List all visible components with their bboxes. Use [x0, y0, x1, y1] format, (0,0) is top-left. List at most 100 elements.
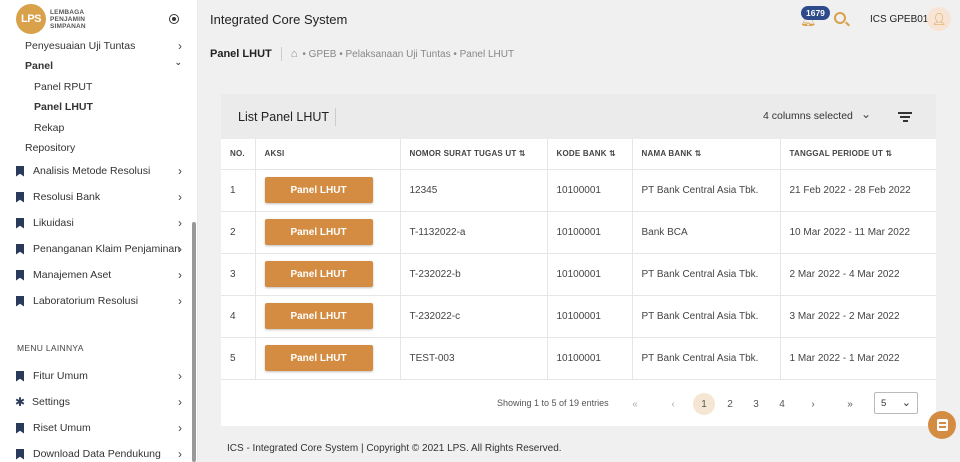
cell-aksi: Panel LHUT: [255, 337, 401, 380]
home-icon[interactable]: ⌂: [291, 48, 298, 60]
col-header-nomor-surat[interactable]: NOMOR SURAT TUGAS UT ⇅: [400, 139, 548, 170]
col-header-aksi: AKSI: [255, 139, 401, 170]
chevron-right-icon: ›: [178, 447, 182, 461]
user-icon: 👤︎: [931, 12, 947, 26]
chevron-right-icon: ›: [178, 395, 182, 409]
prev-page-button[interactable]: ‹: [662, 393, 684, 415]
cell-aksi: Panel LHUT: [255, 211, 401, 254]
card-title-divider: [335, 108, 336, 126]
user-name[interactable]: ICS GPEB01: [870, 14, 928, 25]
sidebar-item-download-data[interactable]: Download Data Pendukung ›: [0, 447, 194, 461]
chevron-down-icon: ⌄: [901, 397, 911, 409]
table-row: 4 Panel LHUT T-232022-c 10100001 PT Bank…: [221, 295, 936, 338]
sidebar-item-riset-umum[interactable]: Riset Umum ›: [0, 421, 194, 435]
breadcrumb: Panel LHUT ⌂ • GPEB • Pelaksanaan Uji Tu…: [210, 46, 514, 62]
cell-tanggal: 1 Mar 2022 - 1 Mar 2022: [780, 337, 936, 380]
document-icon: [936, 419, 948, 431]
last-page-button[interactable]: »: [839, 393, 861, 415]
breadcrumb-path[interactable]: • GPEB • Pelaksanaan Uji Tuntas • Panel …: [302, 49, 514, 60]
bookmark-icon: [16, 165, 24, 177]
list-card: List Panel LHUT 4 columns selected ⌄ NO.…: [221, 94, 936, 426]
cell-no: 4: [221, 295, 256, 338]
sidebar-item-panel-rput[interactable]: Panel RPUT: [0, 80, 194, 94]
page-button-3[interactable]: 3: [745, 393, 767, 415]
chevron-down-icon[interactable]: ⌄: [861, 107, 871, 121]
bookmark-icon: [16, 269, 24, 281]
logo-mark: LPS: [16, 4, 46, 34]
chevron-right-icon: ›: [178, 39, 182, 53]
entries-info: Showing 1 to 5 of 19 entries: [497, 398, 609, 408]
sidebar-toggle-icon[interactable]: [169, 14, 179, 24]
cell-nomor-surat: T-232022-c: [400, 295, 548, 338]
avatar[interactable]: 👤︎: [927, 7, 951, 31]
sidebar-item-panel[interactable]: Panel ⌄: [0, 57, 194, 73]
chevron-right-icon: ›: [178, 216, 182, 230]
cell-nama-bank: PT Bank Central Asia Tbk.: [632, 337, 781, 380]
breadcrumb-divider: [280, 47, 282, 61]
search-icon[interactable]: [834, 12, 846, 24]
cell-no: 1: [221, 169, 256, 212]
table-row: 3 Panel LHUT T-232022-b 10100001 PT Bank…: [221, 253, 936, 296]
cell-nama-bank: PT Bank Central Asia Tbk.: [632, 253, 781, 296]
cell-nomor-surat: T-232022-b: [400, 253, 548, 296]
cell-nomor-surat: T-1132022-a: [400, 211, 548, 254]
bookmark-icon: [16, 422, 24, 434]
filter-icon[interactable]: [898, 112, 912, 122]
cell-aksi: Panel LHUT: [255, 169, 401, 212]
cell-aksi: Panel LHUT: [255, 295, 401, 338]
rows-per-page-select[interactable]: 5 ⌄: [874, 392, 918, 414]
sidebar-item-penanganan-klaim[interactable]: Penanganan Klaim Penjaminan ›: [0, 242, 194, 256]
bookmark-icon: [16, 243, 24, 255]
sidebar-item-rekap[interactable]: Rekap: [0, 121, 194, 135]
panel-lhut-button[interactable]: Panel LHUT: [264, 261, 373, 287]
columns-select[interactable]: 4 columns selected: [763, 110, 853, 122]
logo[interactable]: LPS LEMBAGA PENJAMIN SIMPANAN: [0, 0, 197, 38]
panel-lhut-button[interactable]: Panel LHUT: [264, 345, 373, 371]
card-header: List Panel LHUT 4 columns selected ⌄: [221, 94, 936, 139]
cell-tanggal: 21 Feb 2022 - 28 Feb 2022: [780, 169, 936, 212]
cell-aksi: Panel LHUT: [255, 253, 401, 296]
panel-lhut-button[interactable]: Panel LHUT: [264, 219, 373, 245]
chevron-down-icon: ⌄: [174, 57, 182, 67]
sidebar-item-laboratorium[interactable]: Laboratorium Resolusi ›: [0, 294, 194, 308]
sidebar-item-analisis[interactable]: Analisis Metode Resolusi ›: [0, 164, 194, 178]
cell-kode-bank: 10100001: [547, 253, 633, 296]
table-row: 1 Panel LHUT 12345 10100001 PT Bank Cent…: [221, 169, 936, 212]
sidebar-item-settings[interactable]: ✱ Settings ›: [0, 395, 194, 409]
page-button-2[interactable]: 2: [719, 393, 741, 415]
cell-no: 2: [221, 211, 256, 254]
cell-nomor-surat: TEST-003: [400, 337, 548, 380]
cell-tanggal: 10 Mar 2022 - 11 Mar 2022: [780, 211, 936, 254]
chevron-right-icon: ›: [178, 294, 182, 308]
sidebar-scrollbar[interactable]: [192, 222, 196, 462]
col-header-no: NO.: [221, 139, 256, 170]
col-header-tanggal[interactable]: TANGGAL PERIODE UT ⇅: [780, 139, 936, 170]
panel-lhut-button[interactable]: Panel LHUT: [264, 177, 373, 203]
sidebar-item-fitur-umum[interactable]: Fitur Umum ›: [0, 369, 194, 383]
next-page-button[interactable]: ›: [802, 393, 824, 415]
col-header-nama-bank[interactable]: NAMA BANK ⇅: [632, 139, 781, 170]
col-header-kode-bank[interactable]: KODE BANK ⇅: [547, 139, 633, 170]
sidebar-item-penyesuaian[interactable]: Penyesuaian Uji Tuntas ›: [0, 39, 194, 53]
page-button-1[interactable]: 1: [693, 393, 715, 415]
pagination: Showing 1 to 5 of 19 entries « ‹ 1 2 3 4…: [221, 392, 936, 416]
sidebar-item-panel-lhut[interactable]: Panel LHUT: [0, 100, 194, 114]
page-button-4[interactable]: 4: [771, 393, 793, 415]
cell-kode-bank: 10100001: [547, 169, 633, 212]
sidebar-item-resolusi-bank[interactable]: Resolusi Bank ›: [0, 190, 194, 204]
cell-tanggal: 3 Mar 2022 - 2 Mar 2022: [780, 295, 936, 338]
bookmark-icon: [16, 191, 24, 203]
sidebar-item-repository[interactable]: Repository: [0, 141, 194, 155]
bookmark-icon: [16, 370, 24, 382]
cell-no: 3: [221, 253, 256, 296]
sidebar-item-manajemen-aset[interactable]: Manajemen Aset ›: [0, 268, 194, 282]
sidebar-item-likuidasi[interactable]: Likuidasi ›: [0, 216, 194, 230]
cell-nomor-surat: 12345: [400, 169, 548, 212]
cell-nama-bank: PT Bank Central Asia Tbk.: [632, 295, 781, 338]
cell-kode-bank: 10100001: [547, 211, 633, 254]
first-page-button[interactable]: «: [624, 393, 646, 415]
floating-help-button[interactable]: [928, 411, 956, 439]
bookmark-icon: [16, 295, 24, 307]
panel-lhut-button[interactable]: Panel LHUT: [264, 303, 373, 329]
cell-no: 5: [221, 337, 256, 380]
